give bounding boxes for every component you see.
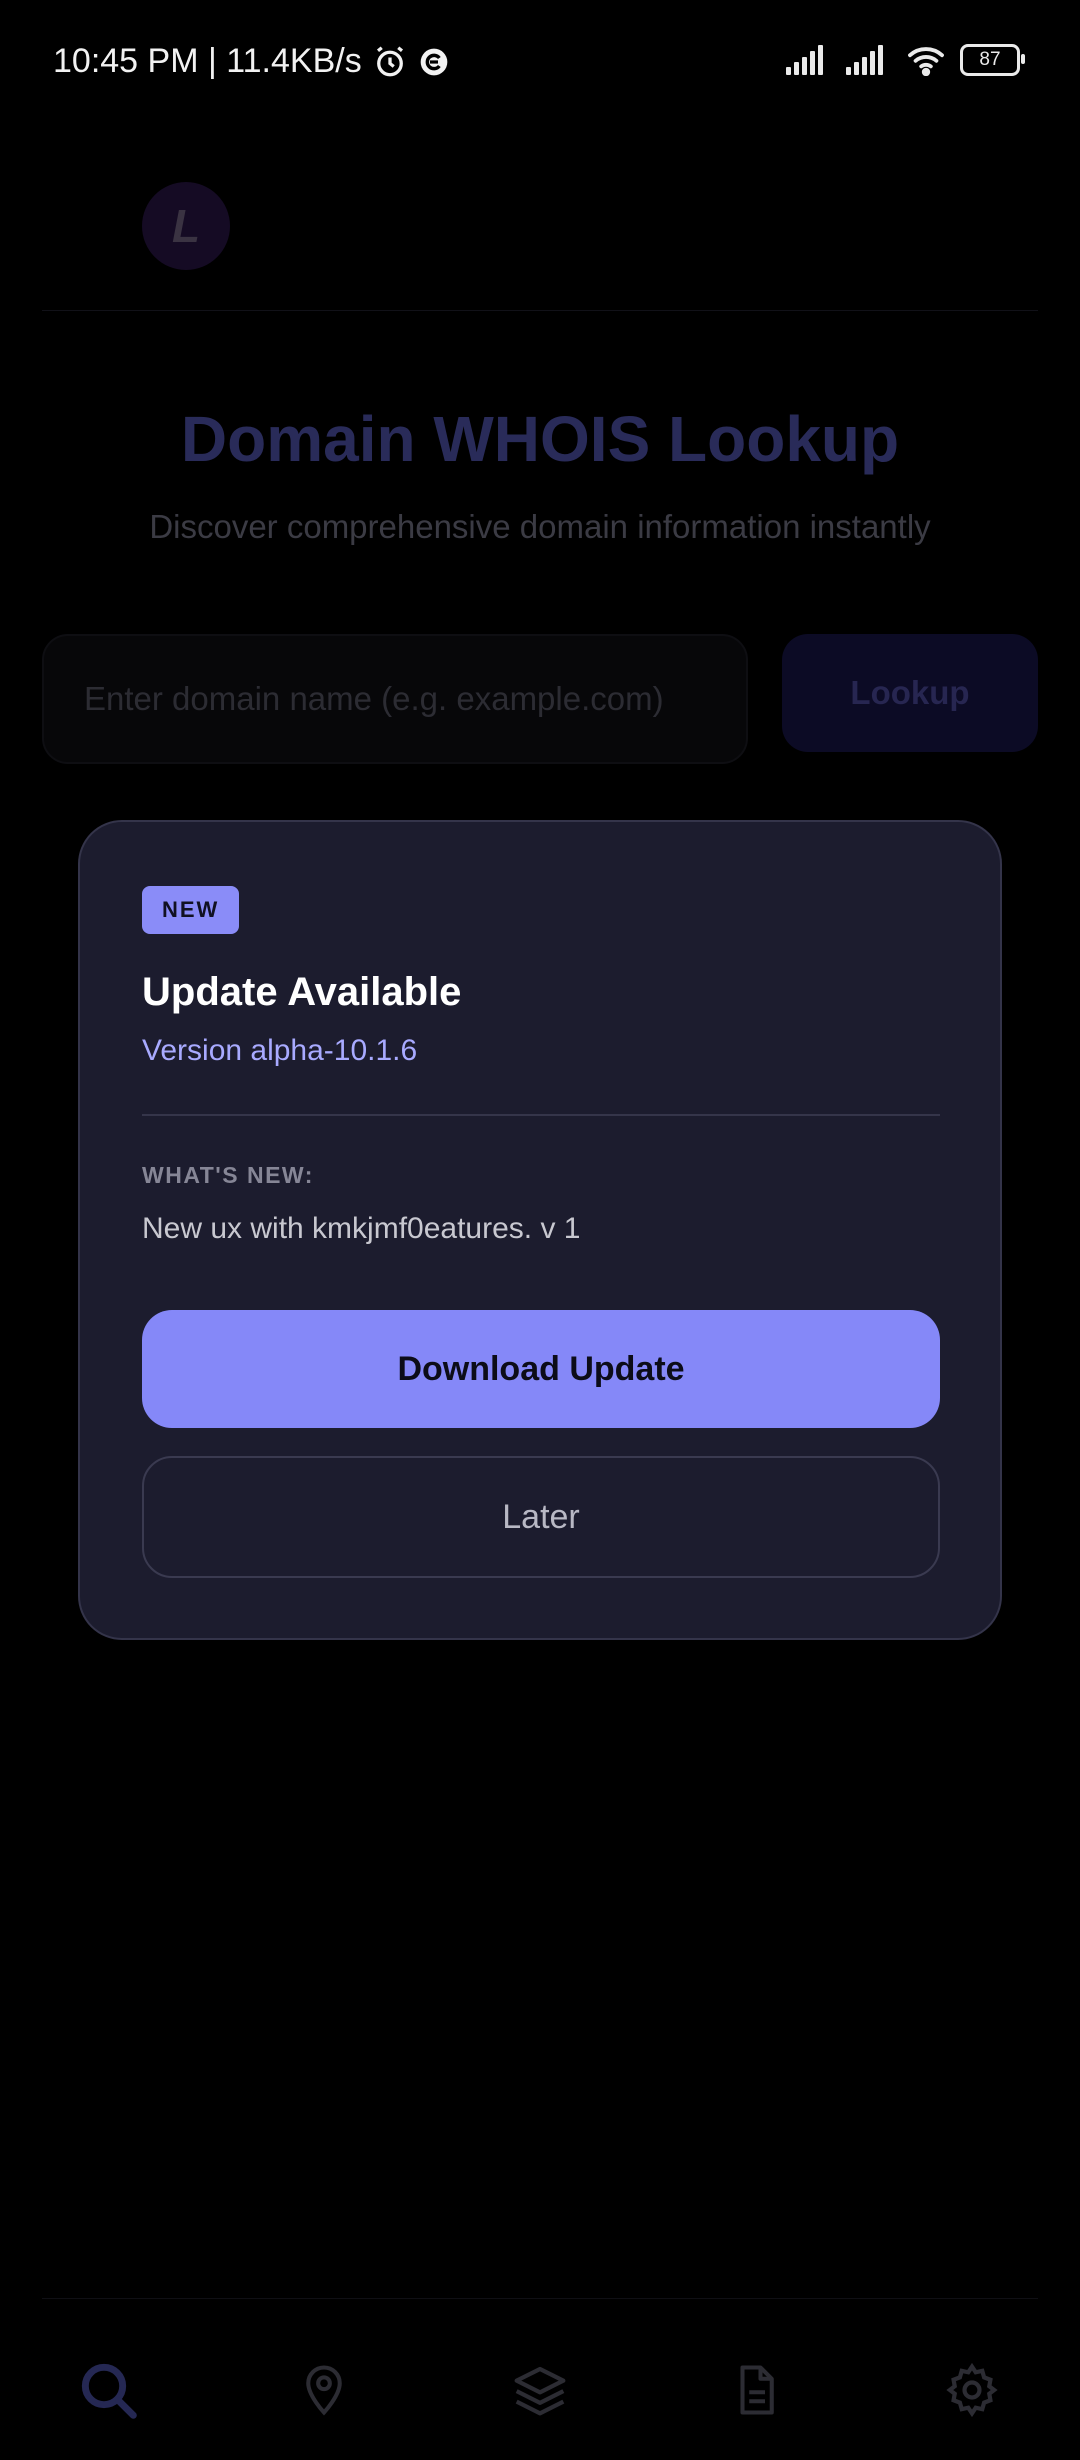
bottom-nav (0, 2340, 1080, 2440)
later-button[interactable]: Later (142, 1456, 940, 1578)
whats-new-label: WHAT'S NEW: (142, 1162, 314, 1188)
lookup-button[interactable]: Lookup (782, 634, 1038, 752)
nav-documents[interactable] (706, 2340, 806, 2440)
layers-icon (514, 2366, 566, 2416)
new-badge: NEW (142, 886, 240, 934)
bottom-nav-divider (42, 2298, 1038, 2299)
page-subtitle: Discover comprehensive domain informatio… (149, 508, 931, 545)
document-icon (740, 2365, 774, 2415)
whats-new-text: New ux with kmkjmf0eatures. v 1 (142, 1212, 581, 1245)
page-title: Domain WHOIS Lookup (180, 403, 900, 475)
location-pin-icon (306, 2365, 342, 2416)
nav-layers[interactable] (490, 2340, 590, 2440)
dialog-version: Version alpha-10.1.6 (142, 1034, 418, 1067)
nav-settings[interactable] (922, 2340, 1022, 2440)
nav-location[interactable] (274, 2340, 374, 2440)
header-divider (42, 310, 1038, 311)
logo-letter: L (171, 200, 201, 252)
dialog-title: Update Available (142, 970, 462, 1014)
nav-search[interactable] (58, 2340, 158, 2440)
search-icon (81, 2363, 137, 2419)
app-logo: L (142, 182, 230, 270)
download-update-button[interactable]: Download Update (142, 1310, 940, 1428)
gear-icon (946, 2362, 998, 2418)
dialog-divider (142, 1114, 940, 1116)
update-dialog: NEW Update Available Version alpha-10.1.… (78, 820, 1002, 1640)
domain-search-input[interactable] (42, 634, 748, 764)
